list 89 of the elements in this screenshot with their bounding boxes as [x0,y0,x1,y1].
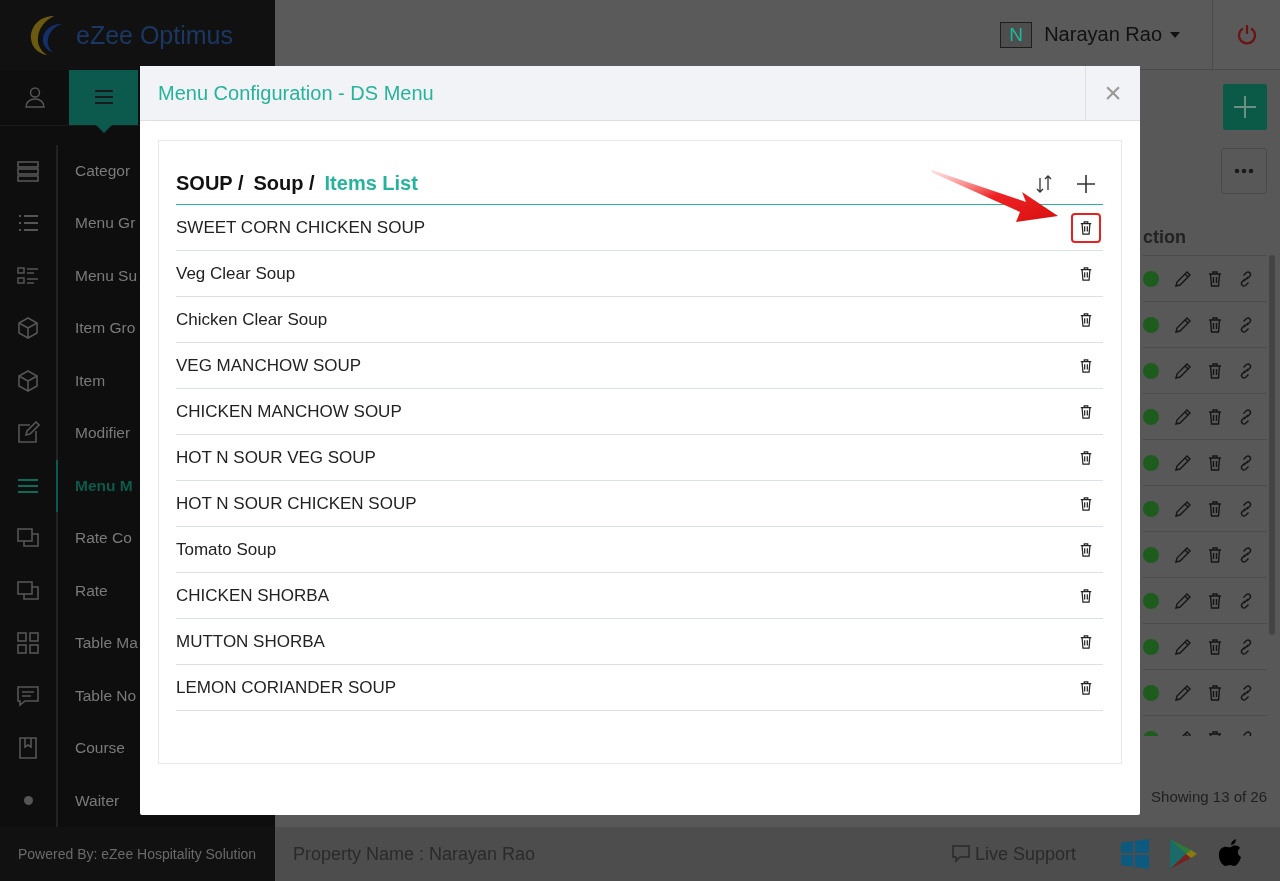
pencil-icon[interactable] [1174,499,1192,518]
trash-icon [1079,402,1093,421]
caret-icon [1170,31,1180,38]
item-name: CHICKEN MANCHOW SOUP [176,401,403,422]
link-icon[interactable] [1238,361,1254,380]
pencil-icon[interactable] [1174,683,1192,702]
trash-icon [1079,310,1093,329]
trash-icon [1079,586,1093,605]
dots-icon [1234,168,1254,174]
apple-icon[interactable] [1218,839,1244,869]
user-initial: N [1000,21,1033,48]
delete-button[interactable] [1071,212,1101,243]
cube-icon [16,368,40,393]
modal-title: Menu Configuration - DS Menu [157,81,435,105]
pencil-icon[interactable] [1174,637,1192,656]
trash-icon [1079,264,1093,283]
chat-icon [950,844,971,864]
copy-icon [16,578,40,603]
menu-tab[interactable] [69,70,138,125]
link-icon[interactable] [1238,591,1254,610]
item-name: MUTTON SHORBA [176,631,326,652]
trash-icon[interactable] [1207,315,1223,334]
close-button[interactable]: × [1085,66,1140,120]
item-name: Chicken Clear Soup [176,309,329,330]
bookmark-icon [16,736,40,761]
breadcrumb-item[interactable]: SOUP / [176,172,244,195]
pencil-icon[interactable] [1174,591,1192,610]
link-icon[interactable] [1238,637,1254,656]
pagination-text: Showing 13 of 26 [1151,788,1267,805]
chat-icon [16,683,40,708]
plus-icon [1234,96,1256,118]
trash-icon[interactable] [1207,361,1223,380]
grid-icon [16,631,40,656]
pencil-icon[interactable] [1174,315,1192,334]
menu-icon [94,89,113,106]
item-name: SWEET CORN CHICKEN SOUP [176,217,427,238]
power-icon[interactable] [1235,23,1258,46]
breadcrumb-item: Items List [324,172,418,195]
trash-icon [1079,632,1093,651]
user-menu[interactable]: Narayan Rao [1044,23,1212,46]
user-icon[interactable] [23,86,46,109]
app-logo-text: eZee Optimus [76,20,233,50]
pencil-icon[interactable] [1174,453,1192,472]
trash-icon [1079,678,1093,697]
trash-icon [1079,356,1093,375]
link-icon[interactable] [1238,407,1254,426]
cube-icon [16,316,40,341]
pencil-icon[interactable] [1174,361,1192,380]
sort-icon [1035,173,1053,194]
trash-icon [1079,494,1093,513]
item-name: CHICKEN SHORBA [176,585,331,606]
play-store-icon[interactable] [1168,838,1198,870]
link-icon[interactable] [1238,269,1254,288]
sort-button[interactable] [1035,173,1053,194]
tab-pointer [96,124,112,133]
trash-icon[interactable] [1207,407,1223,426]
trash-icon[interactable] [1207,499,1223,518]
item-name: LEMON CORIANDER SOUP [176,677,398,698]
pencil-icon[interactable] [1174,545,1192,564]
pencil-icon[interactable] [1174,269,1192,288]
edit-icon [16,421,40,446]
add-button[interactable] [1223,84,1267,130]
link-icon[interactable] [1238,453,1254,472]
item-name: HOT N SOUR VEG SOUP [176,447,377,468]
link-icon[interactable] [1238,499,1254,518]
trash-icon[interactable] [1207,269,1223,288]
trash-icon[interactable] [1207,453,1223,472]
pencil-icon[interactable] [1174,407,1192,426]
trash-icon[interactable] [1207,637,1223,656]
dot-icon [23,796,33,806]
more-button[interactable] [1221,148,1267,194]
add-item-button[interactable] [1077,174,1095,193]
trash-icon [1079,448,1093,467]
powered-by-text: Powered By: eZee Hospitality Solution [18,846,257,862]
trash-icon[interactable] [1207,683,1223,702]
plus-icon [1077,174,1095,193]
link-icon[interactable] [1238,545,1254,564]
list-icon [16,158,40,183]
trash-icon [1079,218,1093,237]
link-icon[interactable] [1238,315,1254,334]
item-name: Tomato Soup [176,539,278,560]
trash-icon[interactable] [1207,591,1223,610]
item-name: Veg Clear Soup [176,263,297,284]
link-icon[interactable] [1238,683,1254,702]
item-name: VEG MANCHOW SOUP [176,355,363,376]
trash-icon [1079,540,1093,559]
trash-icon[interactable] [1207,545,1223,564]
breadcrumb-item[interactable]: Soup / [253,172,315,195]
item-name: HOT N SOUR CHICKEN SOUP [176,493,418,514]
